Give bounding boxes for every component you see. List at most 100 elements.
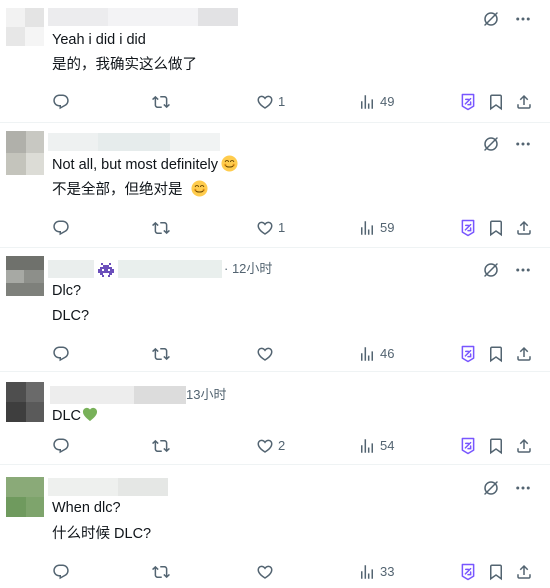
grok-button[interactable] — [459, 218, 477, 238]
views-button[interactable]: 49 — [358, 92, 394, 112]
bookmark-icon — [487, 437, 505, 455]
like-count: 1 — [278, 94, 286, 109]
reply-button[interactable] — [52, 218, 70, 238]
timestamp[interactable]: · 12小时 — [224, 260, 272, 278]
reply-icon — [52, 219, 70, 237]
grok-icon — [459, 437, 477, 455]
view-count: 49 — [380, 94, 395, 109]
avatar[interactable] — [6, 8, 44, 46]
reply-text: DLC — [52, 406, 98, 426]
bookmark-icon — [487, 563, 505, 581]
reply-text: Dlc? — [52, 283, 82, 299]
grok-button[interactable] — [459, 562, 477, 582]
reply-button[interactable] — [52, 436, 70, 456]
share-button[interactable] — [515, 218, 533, 238]
more-icon[interactable] — [514, 135, 532, 153]
translated-text: DLC? — [52, 308, 90, 324]
share-icon — [515, 345, 533, 363]
reply-button[interactable] — [52, 344, 70, 364]
author-handle[interactable] — [118, 260, 222, 278]
views-button[interactable]: 54 — [358, 436, 394, 456]
reply-item[interactable]: Yeah i did i did 是的，我确实这么做了 1 49 — [0, 0, 550, 123]
more-icon[interactable] — [514, 479, 532, 497]
reply-button[interactable] — [52, 562, 70, 582]
grok-icon — [459, 93, 477, 111]
grok-explain-icon[interactable] — [482, 135, 500, 153]
retweet-button[interactable] — [152, 218, 170, 238]
bookmark-button[interactable] — [487, 344, 505, 364]
reply-text: Not all, but most definitely — [52, 155, 238, 175]
share-button[interactable] — [515, 436, 533, 456]
share-button[interactable] — [515, 562, 533, 582]
avatar[interactable] — [6, 382, 44, 422]
grok-explain-icon[interactable] — [482, 479, 500, 497]
view-count: 54 — [380, 438, 395, 453]
avatar[interactable] — [6, 477, 44, 517]
translated-text: 什么时候 DLC? — [52, 526, 152, 542]
like-button[interactable]: 1 — [256, 92, 285, 112]
translated-text: 是的，我确实这么做了 — [52, 57, 197, 73]
share-button[interactable] — [515, 344, 533, 364]
reply-text: When dlc? — [52, 500, 121, 516]
grok-icon — [459, 219, 477, 237]
views-button[interactable]: 33 — [358, 562, 394, 582]
bookmark-button[interactable] — [487, 562, 505, 582]
views-icon — [358, 219, 376, 237]
view-count: 33 — [380, 564, 395, 579]
like-button[interactable]: 1 — [256, 218, 285, 238]
grok-explain-icon[interactable] — [482, 261, 500, 279]
grok-button[interactable] — [459, 92, 477, 112]
views-button[interactable]: 46 — [358, 344, 394, 364]
share-button[interactable] — [515, 92, 533, 112]
author-name[interactable] — [50, 386, 186, 404]
retweet-button[interactable] — [152, 562, 170, 582]
reply-item[interactable]: Not all, but most definitely 不是全部，但绝对是 1… — [0, 123, 550, 248]
retweet-button[interactable] — [152, 344, 170, 364]
avatar[interactable] — [6, 131, 44, 175]
like-count: 2 — [278, 438, 286, 453]
reply-item[interactable]: 13小时 DLC 2 54 — [0, 372, 550, 465]
like-button[interactable] — [256, 344, 278, 364]
like-icon — [256, 345, 274, 363]
author-name[interactable] — [48, 133, 220, 151]
more-icon[interactable] — [514, 261, 532, 279]
bookmark-button[interactable] — [487, 92, 505, 112]
views-icon — [358, 345, 376, 363]
views-button[interactable]: 59 — [358, 218, 394, 238]
reply-item[interactable]: · 12小时 Dlc? DLC? 46 — [0, 248, 550, 372]
author-name[interactable] — [48, 260, 94, 278]
bookmark-button[interactable] — [487, 218, 505, 238]
retweet-button[interactable] — [152, 436, 170, 456]
reply-icon — [52, 437, 70, 455]
reply-item[interactable]: When dlc? 什么时候 DLC? 33 — [0, 465, 550, 588]
retweet-icon — [152, 219, 170, 237]
grok-button[interactable] — [459, 344, 477, 364]
like-button[interactable]: 2 — [256, 436, 285, 456]
avatar[interactable] — [6, 256, 44, 296]
share-icon — [515, 219, 533, 237]
bookmark-icon — [487, 219, 505, 237]
view-count: 46 — [380, 346, 395, 361]
retweet-icon — [152, 93, 170, 111]
reply-button[interactable] — [52, 92, 70, 112]
grok-icon — [459, 345, 477, 363]
alien-monster-icon — [98, 263, 114, 277]
bookmark-button[interactable] — [487, 436, 505, 456]
bookmark-icon — [487, 93, 505, 111]
smiling-face-emoji — [221, 155, 238, 172]
like-icon — [256, 437, 274, 455]
timestamp[interactable]: 13小时 — [186, 386, 226, 404]
like-icon — [256, 563, 274, 581]
views-icon — [358, 437, 376, 455]
smiling-face-emoji — [191, 180, 208, 197]
grok-explain-icon[interactable] — [482, 10, 500, 28]
grok-button[interactable] — [459, 436, 477, 456]
more-icon[interactable] — [514, 10, 532, 28]
author-name[interactable] — [48, 8, 238, 26]
retweet-icon — [152, 345, 170, 363]
like-button[interactable] — [256, 562, 278, 582]
retweet-button[interactable] — [152, 92, 170, 112]
author-name[interactable] — [48, 478, 168, 496]
view-count: 59 — [380, 220, 395, 235]
like-icon — [256, 93, 274, 111]
